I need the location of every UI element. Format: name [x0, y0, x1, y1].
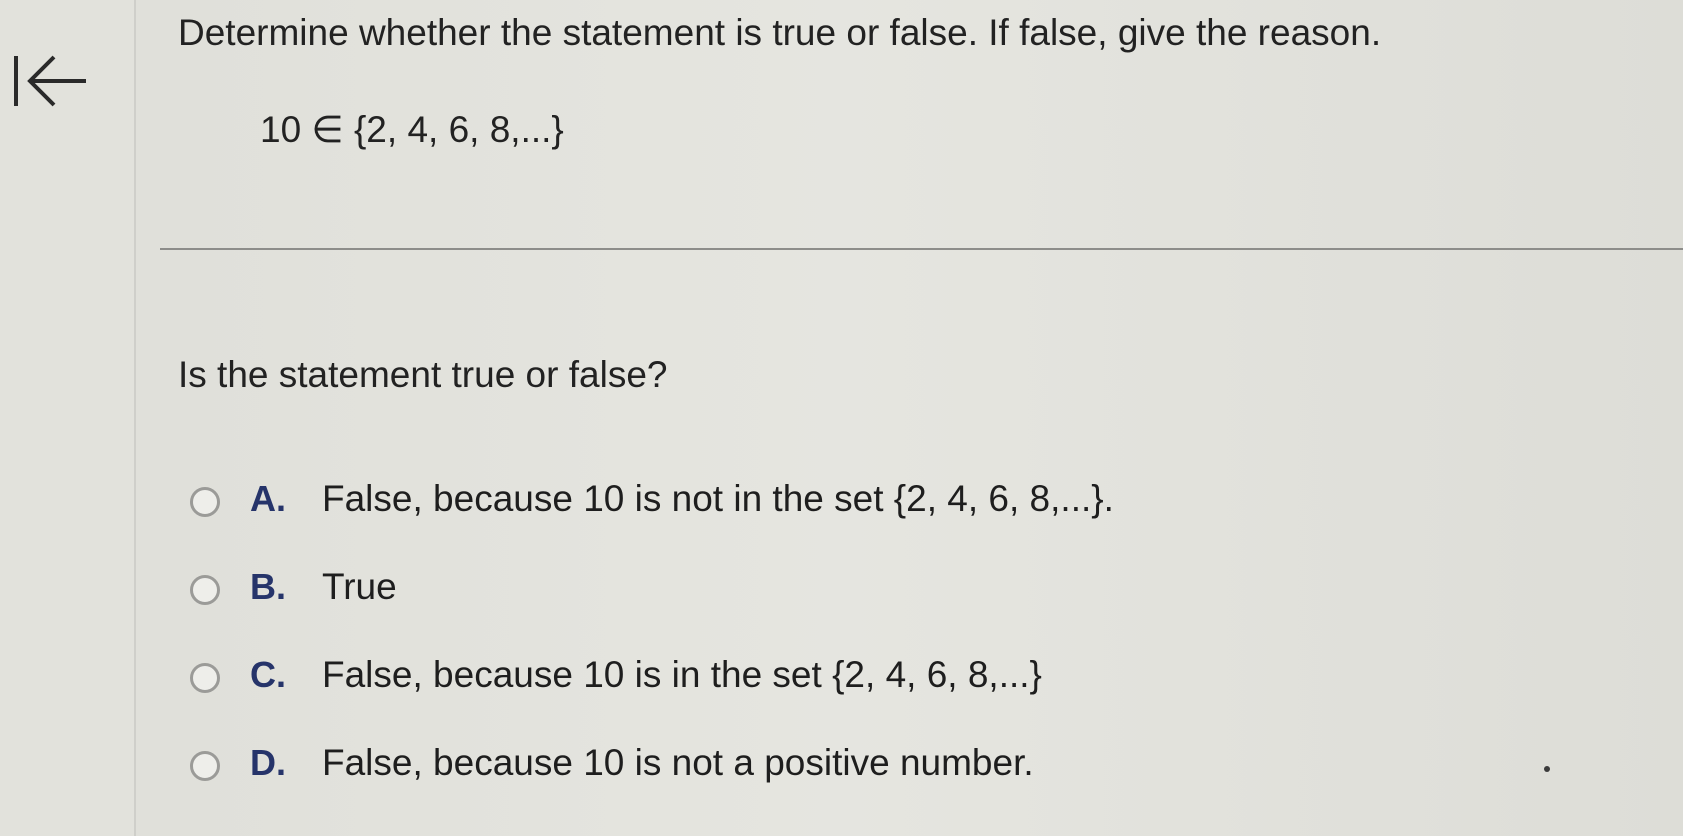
option-text: False, because 10 is not a positive numb…: [322, 742, 1034, 783]
option-text: False, because 10 is in the set {2, 4, 6…: [322, 654, 1042, 695]
option-letter: A.: [250, 478, 286, 519]
option-a[interactable]: A. False, because 10 is not in the set {…: [190, 478, 1590, 566]
question-content: Determine whether the statement is true …: [160, 0, 1683, 836]
option-letter: D.: [250, 742, 286, 783]
option-text: True: [322, 566, 397, 607]
answer-options: A. False, because 10 is not in the set {…: [190, 478, 1590, 830]
radio-button-b[interactable]: [190, 575, 220, 605]
option-text: False, because 10 is not in the set {2, …: [322, 478, 1114, 519]
instruction-text: Determine whether the statement is true …: [178, 12, 1382, 53]
divider: [160, 248, 1683, 250]
radio-button-c[interactable]: [190, 663, 220, 693]
option-letter: C.: [250, 654, 286, 695]
question-prompt: Is the statement true or false?: [178, 354, 668, 395]
screen: Determine whether the statement is true …: [0, 0, 1683, 836]
option-d[interactable]: D. False, because 10 is not a positive n…: [190, 742, 1590, 830]
option-c[interactable]: C. False, because 10 is in the set {2, 4…: [190, 654, 1590, 742]
radio-button-d[interactable]: [190, 751, 220, 781]
left-rail: [0, 0, 136, 836]
back-arrow-to-bar-icon: [14, 55, 86, 107]
statement-expression: 10 ∈ {2, 4, 6, 8,...}: [260, 109, 564, 150]
screen-speck: [1544, 766, 1550, 772]
option-letter: B.: [250, 566, 286, 607]
option-b[interactable]: B. True: [190, 566, 1590, 654]
back-button[interactable]: [12, 52, 90, 110]
radio-button-a[interactable]: [190, 487, 220, 517]
